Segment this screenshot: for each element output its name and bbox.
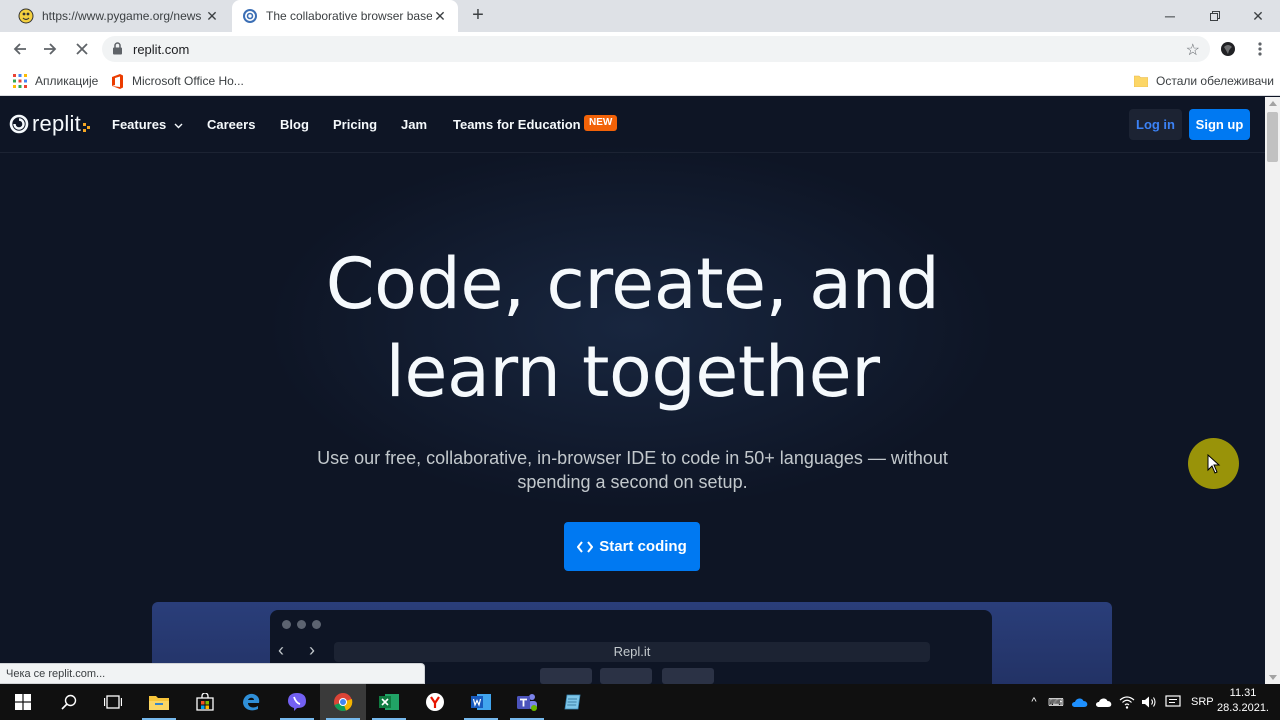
notepad-icon[interactable] (550, 684, 596, 720)
excel-icon[interactable] (366, 684, 412, 720)
volume-icon[interactable] (1141, 695, 1157, 709)
replit-page: replit Features Careers Blog Pricing Jam… (0, 97, 1265, 684)
onedrive-icon[interactable] (1071, 696, 1089, 708)
scroll-down-icon[interactable] (1269, 675, 1277, 680)
lock-icon (112, 42, 123, 60)
bookmark-star-icon[interactable]: ☆ (1186, 40, 1200, 60)
bookmark-office[interactable]: Microsoft Office Ho... (111, 72, 244, 90)
nav-features[interactable]: Features (112, 117, 183, 132)
hero-subtitle: Use our free, collaborative, in-browser … (317, 448, 948, 492)
task-view-icon[interactable] (90, 684, 136, 720)
nav-label: Features (112, 117, 167, 132)
office-icon (111, 73, 124, 89)
replit-icon (242, 8, 258, 24)
folder-icon (1134, 75, 1148, 87)
close-window-icon[interactable]: ✕ (1236, 0, 1280, 32)
chevron-down-icon (174, 123, 183, 129)
start-icon[interactable] (0, 684, 46, 720)
tab-strip: https://www.pygame.org/news ✕ The collab… (0, 0, 1280, 32)
url-text: replit.com (133, 42, 190, 57)
scroll-up-icon[interactable] (1269, 101, 1277, 106)
scrollbar-thumb[interactable] (1267, 112, 1278, 162)
onedrive-personal-icon[interactable] (1095, 696, 1113, 708)
word-icon[interactable] (458, 684, 504, 720)
tab-title: https://www.pygame.org/news (42, 9, 202, 23)
logo-text: replit (32, 111, 81, 136)
back-arrow-icon[interactable] (8, 37, 32, 61)
forward-arrow-icon[interactable] (38, 37, 62, 61)
nav-blog[interactable]: Blog (280, 117, 309, 132)
preview-toolbar-button (600, 668, 652, 684)
nav-jam[interactable]: Jam (401, 117, 427, 132)
edge-icon[interactable] (228, 684, 274, 720)
yandex-icon[interactable] (412, 684, 458, 720)
windows-taskbar: ^ ⌨ SRP 11.31 28.3.2021. (0, 684, 1280, 720)
stop-loading-icon[interactable] (70, 37, 94, 61)
clock-date: 28.3.2021. (1217, 702, 1269, 714)
logo-accent-icon (82, 123, 90, 132)
restore-icon[interactable] (1193, 0, 1237, 32)
browser-toolbar: replit.com ☆ (0, 32, 1280, 66)
bookmarks-bar: Апликације Microsoft Office Ho... Остали… (0, 66, 1280, 96)
apps-grid-icon (13, 74, 27, 88)
preview-url-bar: Repl.it (334, 642, 930, 662)
bookmark-label: Апликације (35, 74, 99, 88)
hero-title: Code, create, and learn together (0, 240, 1265, 416)
site-nav: replit Features Careers Blog Pricing Jam… (0, 97, 1265, 153)
login-button[interactable]: Log in (1129, 109, 1182, 140)
chevron-up-icon[interactable]: ^ (1027, 696, 1041, 708)
bookmark-apps[interactable]: Апликације (13, 72, 98, 90)
replit-logo-icon (9, 114, 29, 134)
tab-title: The collaborative browser based (266, 9, 432, 23)
nav-careers[interactable]: Careers (207, 117, 255, 132)
code-brackets-icon (577, 540, 594, 553)
signup-button[interactable]: Sign up (1189, 109, 1250, 140)
address-bar[interactable]: replit.com ☆ (102, 36, 1210, 62)
teams-icon[interactable] (504, 684, 550, 720)
chrome-icon[interactable] (320, 684, 366, 720)
preview-toolbar-button (662, 668, 714, 684)
store-icon[interactable] (182, 684, 228, 720)
mouse-cursor-icon (1207, 454, 1221, 474)
clock[interactable]: 11.31 28.3.2021. (1212, 686, 1274, 716)
tab-pygame[interactable]: https://www.pygame.org/news ✕ (8, 0, 230, 32)
loading-status-bar: Чека се replit.com... (0, 663, 425, 684)
new-tab-button[interactable]: + (466, 4, 490, 28)
page-scrollbar[interactable] (1265, 97, 1280, 684)
bookmark-label: Остали обележивачи (1156, 74, 1274, 88)
nav-teams-for-education[interactable]: Teams for Education (453, 117, 581, 132)
close-tab-icon[interactable]: ✕ (204, 8, 220, 25)
start-coding-button[interactable]: Start coding (564, 522, 700, 571)
profile-icon[interactable] (1216, 37, 1240, 61)
hero-title-line-2: learn together (385, 331, 880, 413)
preview-nav-arrows-icon: ‹ › (278, 640, 325, 660)
menu-kebab-icon[interactable] (1248, 37, 1272, 61)
close-tab-icon[interactable]: ✕ (432, 8, 448, 25)
viber-icon[interactable] (274, 684, 320, 720)
nav-pricing[interactable]: Pricing (333, 117, 377, 132)
language-indicator[interactable]: SRP (1191, 696, 1214, 708)
cta-label: Start coding (599, 538, 687, 555)
replit-logo[interactable]: replit (9, 111, 91, 137)
pygame-snake-icon (18, 8, 34, 24)
system-tray: ^ ⌨ SRP (1027, 684, 1214, 720)
minimize-icon[interactable]: ─ (1148, 0, 1192, 32)
window-dots (282, 620, 321, 629)
bookmark-label: Microsoft Office Ho... (132, 74, 244, 88)
hero-title-line-1: Code, create, and (325, 243, 940, 325)
clock-time: 11.31 (1229, 687, 1257, 699)
preview-toolbar-button (540, 668, 592, 684)
keyboard-ime-icon[interactable]: ⌨ (1045, 696, 1067, 709)
wifi-icon[interactable] (1119, 695, 1135, 709)
tab-replit[interactable]: The collaborative browser based ✕ (232, 0, 458, 32)
file-explorer-icon[interactable] (136, 684, 182, 720)
search-icon[interactable] (46, 684, 92, 720)
notification-message-icon[interactable] (1165, 695, 1181, 709)
new-badge: NEW (584, 115, 618, 131)
other-bookmarks[interactable]: Остали обележивачи (1134, 72, 1274, 90)
